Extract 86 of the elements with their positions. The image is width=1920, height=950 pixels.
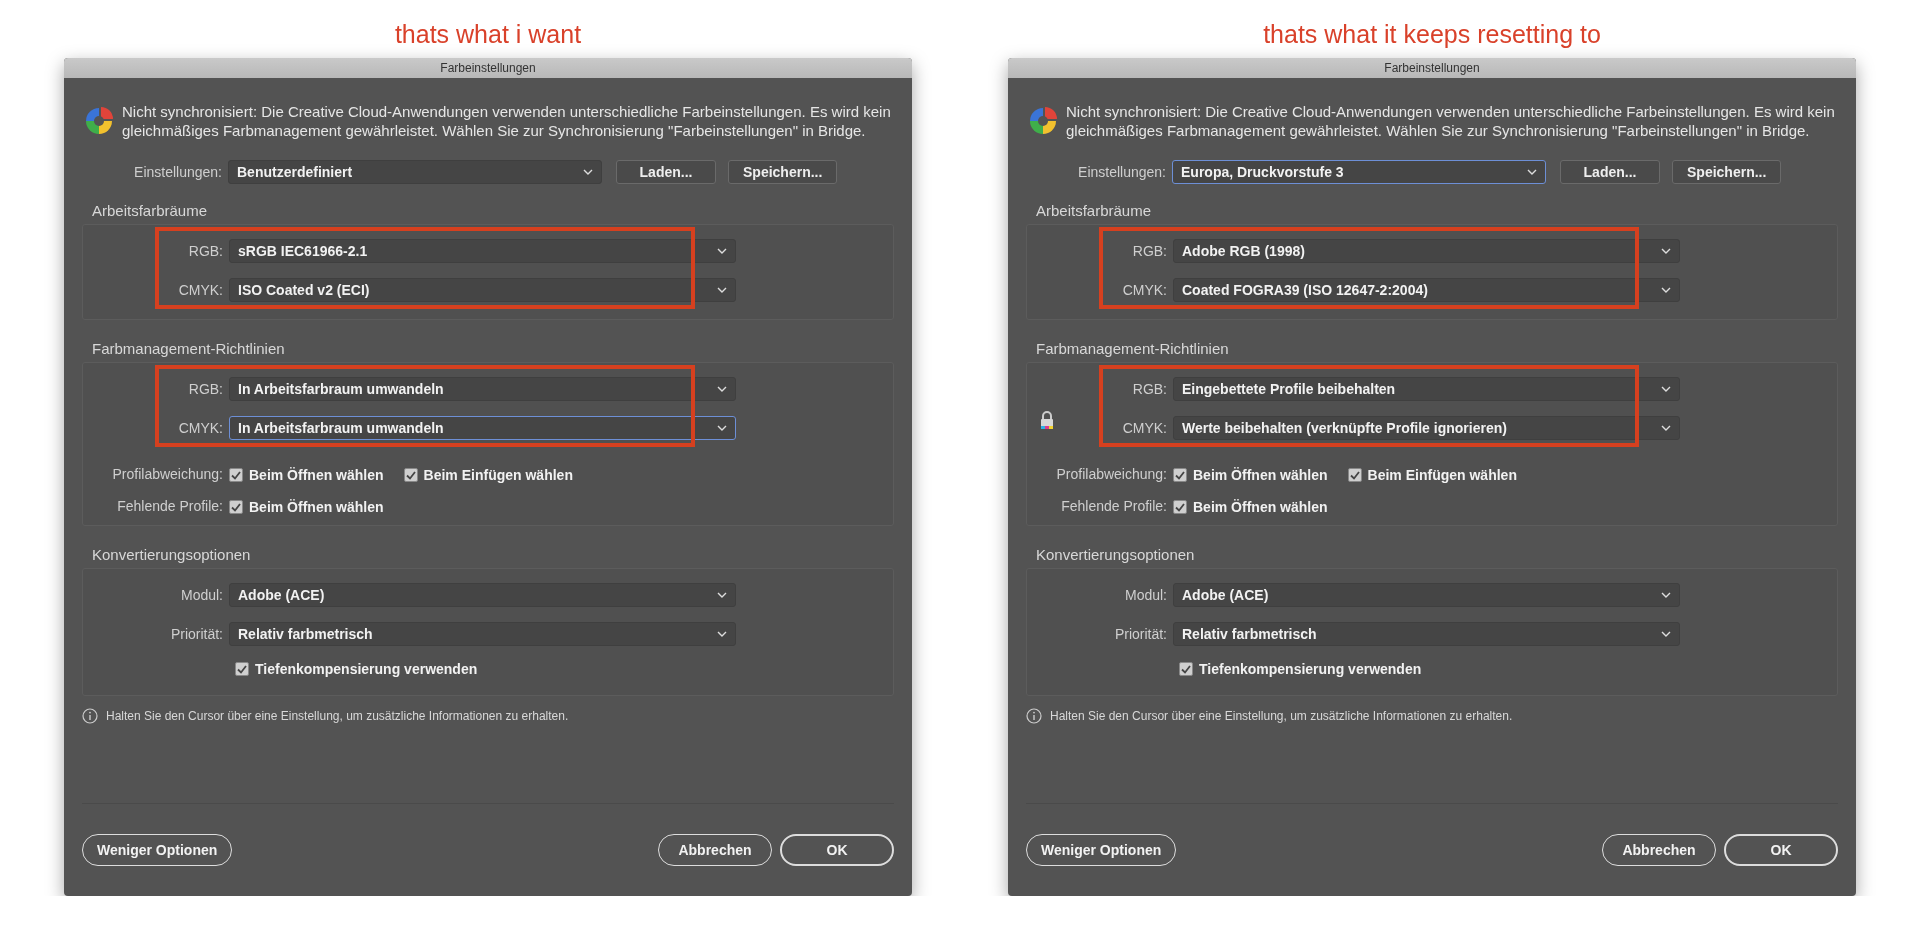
color-wheel-icon: [1028, 106, 1058, 136]
chevron-down-icon: [717, 424, 727, 431]
checkbox-label: Beim Öffnen wählen: [1193, 467, 1328, 483]
field-label: RGB:: [1131, 242, 1167, 259]
chevron-down-icon: [1661, 424, 1671, 431]
checkbox[interactable]: [235, 662, 249, 676]
section-title: Konvertierungsoptionen: [92, 546, 252, 564]
window-title: Farbeinstellungen: [440, 61, 536, 75]
annotation-caption: thats what i want: [394, 20, 582, 50]
chevron-down-icon: [717, 630, 727, 637]
dropdown[interactable]: In Arbeitsfarbraum umwandeln: [229, 376, 736, 401]
checkbox[interactable]: [1173, 500, 1187, 514]
field-label: Einstellungen:: [133, 164, 222, 180]
hint-text: Halten Sie den Cursor über eine Einstellung, um zusätzliche Informationen zu erhalten.: [106, 708, 569, 723]
field-label: CMYK:: [1121, 281, 1167, 298]
ok-button[interactable]: OK: [780, 834, 894, 866]
save-button[interactable]: Speichern...: [728, 160, 838, 184]
load-button[interactable]: Laden...: [616, 160, 716, 184]
dropdown[interactable]: Coated FOGRA39 (ISO 12647-2:2004): [1173, 277, 1680, 302]
field-label: Priorität:: [169, 625, 223, 642]
field-label: Fehlende Profile:: [116, 498, 223, 515]
field-label: Profilabweichung:: [111, 466, 223, 483]
dropdown[interactable]: In Arbeitsfarbraum umwandeln: [229, 415, 736, 440]
field-label: Modul:: [179, 586, 223, 603]
checkbox[interactable]: [229, 500, 243, 514]
field-label: RGB:: [187, 380, 223, 397]
checkbox-label: Tiefenkompensierung verwenden: [1199, 661, 1422, 677]
field-label: RGB:: [187, 242, 223, 259]
chevron-down-icon: [1661, 286, 1671, 293]
dropdown[interactable]: Adobe (ACE): [229, 582, 736, 607]
dropdown[interactable]: Europa, Druckvorstufe 3: [1172, 160, 1546, 184]
checkbox-label: Beim Öffnen wählen: [1193, 499, 1328, 515]
chevron-down-icon: [1661, 630, 1671, 637]
checkbox-label: Beim Öffnen wählen: [249, 499, 384, 515]
chevron-down-icon: [1527, 169, 1537, 175]
dropdown[interactable]: Werte beibehalten (verknüpfte Profile ignorieren): [1173, 415, 1680, 440]
field-label: Profilabweichung:: [1055, 466, 1167, 483]
hint-text: Halten Sie den Cursor über eine Einstellung, um zusätzliche Informationen zu erhalten.: [1050, 708, 1513, 723]
sync-notice: Nicht synchronisiert: Die Creative Cloud-Anwendungen verwenden unterschiedliche Farbeinstellungen. Es wird kein gleichmäßiges Farbmanagement gewährleistet. Wählen Sie zur Synchronisierung "Farbeinstellungen" in Bridge.: [122, 102, 892, 140]
checkbox-label: Tiefenkompensierung verwenden: [255, 661, 478, 677]
chevron-down-icon: [1661, 385, 1671, 392]
checkbox-label: Beim Einfügen wählen: [423, 467, 573, 483]
color-wheel-icon: [84, 106, 114, 136]
sync-notice: Nicht synchronisiert: Die Creative Cloud-Anwendungen verwenden unterschiedliche Farbeinstellungen. Es wird kein gleichmäßiges Farbmanagement gewährleistet. Wählen Sie zur Synchronisierung "Farbeinstellungen" in Bridge.: [1066, 102, 1836, 140]
section-title: Farbmanagement-Richtlinien: [1036, 340, 1230, 358]
field-label: Modul:: [1123, 586, 1167, 603]
dropdown[interactable]: ISO Coated v2 (ECI): [229, 277, 736, 302]
section-title: Arbeitsfarbräume: [92, 202, 209, 220]
field-label: Einstellungen:: [1077, 164, 1166, 180]
section-title: Konvertierungsoptionen: [1036, 546, 1196, 564]
dropdown[interactable]: Benutzerdefiniert: [228, 160, 602, 184]
window-title: Farbeinstellungen: [1384, 61, 1480, 75]
field-label: RGB:: [1131, 380, 1167, 397]
chevron-down-icon: [1661, 591, 1671, 598]
checkbox-label: Beim Einfügen wählen: [1367, 467, 1517, 483]
chevron-down-icon: [583, 169, 593, 175]
dropdown[interactable]: Adobe RGB (1998): [1173, 238, 1680, 263]
checkbox-label: Beim Öffnen wählen: [249, 467, 384, 483]
chevron-down-icon: [717, 591, 727, 598]
chevron-down-icon: [717, 385, 727, 392]
dropdown[interactable]: Relativ farbmetrisch: [229, 621, 736, 646]
field-label: CMYK:: [1121, 419, 1167, 436]
section-title: Farbmanagement-Richtlinien: [92, 340, 286, 358]
chevron-down-icon: [717, 286, 727, 293]
field-label: CMYK:: [177, 419, 223, 436]
annotation-caption: thats what it keeps resetting to: [1263, 20, 1601, 50]
checkbox[interactable]: [1179, 662, 1193, 676]
checkbox[interactable]: [1347, 468, 1362, 482]
info-icon: [82, 707, 98, 724]
dropdown[interactable]: Eingebettete Profile beibehalten: [1173, 376, 1680, 401]
info-icon: [1026, 707, 1042, 724]
chevron-down-icon: [717, 247, 727, 254]
section-title: Arbeitsfarbräume: [1036, 202, 1153, 220]
ok-button[interactable]: OK: [1724, 834, 1838, 866]
save-button[interactable]: Speichern...: [1672, 160, 1782, 184]
checkbox[interactable]: [1173, 468, 1187, 482]
checkbox[interactable]: [403, 468, 418, 482]
dropdown[interactable]: Relativ farbmetrisch: [1173, 621, 1680, 646]
dropdown[interactable]: sRGB IEC61966-2.1: [229, 238, 736, 263]
checkbox[interactable]: [229, 468, 243, 482]
load-button[interactable]: Laden...: [1560, 160, 1660, 184]
chevron-down-icon: [1661, 247, 1671, 254]
field-label: Priorität:: [1113, 625, 1167, 642]
field-label: CMYK:: [177, 281, 223, 298]
dropdown[interactable]: Adobe (ACE): [1173, 582, 1680, 607]
field-label: Fehlende Profile:: [1060, 498, 1167, 515]
